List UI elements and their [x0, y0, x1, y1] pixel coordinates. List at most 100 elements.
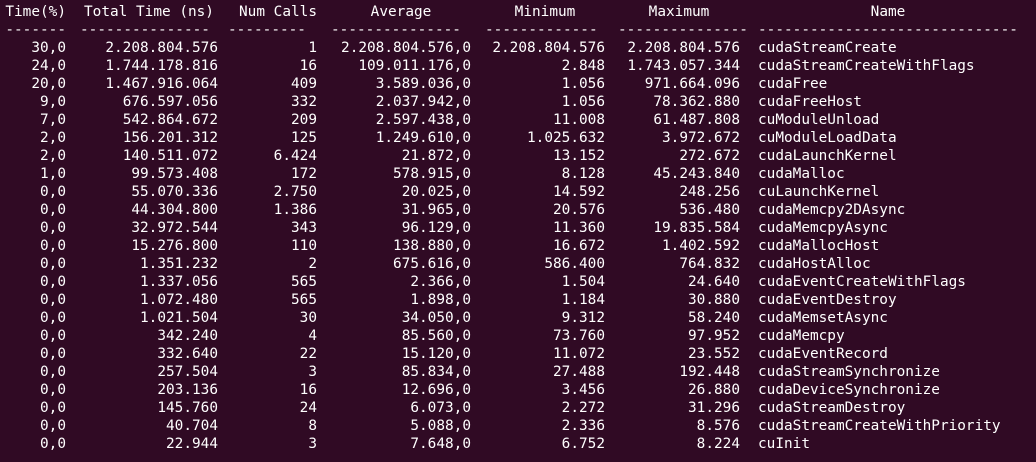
cell-name: cudaEventDestroy	[758, 292, 897, 308]
cell-time-percent: 2,0	[40, 130, 66, 146]
cell-total-time: 44.304.800	[131, 202, 218, 218]
separator: -------	[5, 22, 66, 38]
cell-name: cudaFreeHost	[758, 94, 862, 110]
cell-minimum: 2.208.804.576	[492, 40, 605, 56]
table-row: 0,0 1.021.504 30 34.050,0 9.312 58.240 cudaMem…	[0, 309, 1036, 327]
cell-minimum: 14.592	[553, 184, 605, 200]
cell-name: cudaMemcpyAsync	[758, 220, 888, 236]
cell-average: 15.120,0	[401, 346, 471, 362]
cell-num-calls: 22	[299, 346, 317, 362]
table-row: 0,0 257.504 3 85.834,0 27.488 192.448 cudaStre…	[0, 363, 1036, 381]
header-minimum: Minimum	[514, 4, 576, 20]
cell-total-time: 99.573.408	[131, 166, 218, 182]
cell-average: 578.915,0	[393, 166, 471, 182]
cell-maximum: 31.296	[688, 400, 740, 416]
cell-maximum: 8.576	[696, 418, 740, 434]
cell-average: 96.129,0	[401, 220, 471, 236]
cell-minimum: 1.184	[561, 292, 605, 308]
cell-name: cudaDeviceSynchronize	[758, 382, 940, 398]
cell-minimum: 73.760	[553, 328, 605, 344]
cell-num-calls: 4	[308, 328, 317, 344]
cell-maximum: 764.832	[679, 256, 740, 272]
cell-maximum: 272.672	[679, 148, 740, 164]
cell-time-percent: 0,0	[40, 400, 66, 416]
cell-num-calls: 2	[308, 256, 317, 272]
cell-average: 85.560,0	[401, 328, 471, 344]
cell-total-time: 22.944	[166, 436, 218, 452]
cell-total-time: 1.744.178.816	[105, 58, 218, 74]
separator: -------------	[485, 22, 598, 38]
cell-maximum: 23.552	[688, 346, 740, 362]
cell-average: 12.696,0	[401, 382, 471, 398]
cell-minimum: 3.456	[561, 382, 605, 398]
cell-maximum: 536.480	[679, 202, 740, 218]
cell-maximum: 26.880	[688, 382, 740, 398]
cell-minimum: 2.336	[561, 418, 605, 434]
table-row: 2,0 156.201.312 125 1.249.610,0 1.025.632 3.9…	[0, 129, 1036, 147]
cell-name: cudaLaunchKernel	[758, 148, 897, 164]
cell-minimum: 9.312	[561, 310, 605, 326]
cell-time-percent: 0,0	[40, 256, 66, 272]
table-row: 7,0 542.864.672 209 2.597.438,0 11.008 61.487…	[0, 111, 1036, 129]
table-row: 0,0 22.944 3 7.648,0 6.752 8.224 cuInit	[0, 435, 1036, 453]
cell-minimum: 1.504	[561, 274, 605, 290]
cell-time-percent: 9,0	[40, 94, 66, 110]
cell-average: 7.648,0	[410, 436, 471, 452]
cell-average: 3.589.036,0	[375, 76, 471, 92]
table-row: 0,0 1.337.056 565 2.366,0 1.504 24.640 cudaEve…	[0, 273, 1036, 291]
cell-num-calls: 6.424	[273, 148, 317, 164]
header-time-percent: Time(%)	[5, 4, 66, 20]
cell-maximum: 2.208.804.576	[627, 40, 740, 56]
cell-average: 2.208.804.576,0	[341, 40, 471, 56]
cell-time-percent: 7,0	[40, 112, 66, 128]
table-row: 0,0 145.760 24 6.073,0 2.272 31.296 cudaStream…	[0, 399, 1036, 417]
table-row: 0,0 55.070.336 2.750 20.025,0 14.592 248.256 c…	[0, 183, 1036, 201]
cell-time-percent: 0,0	[40, 382, 66, 398]
table-row: 30,0 2.208.804.576 1 2.208.804.576,0 2.208.8…	[0, 39, 1036, 57]
cell-maximum: 192.448	[679, 364, 740, 380]
cell-maximum: 1.402.592	[662, 238, 740, 254]
cell-name: cudaStreamCreateWithFlags	[758, 58, 975, 74]
cell-maximum: 58.240	[688, 310, 740, 326]
header-average: Average	[370, 4, 432, 20]
cell-num-calls: 30	[299, 310, 317, 326]
cell-minimum: 11.072	[553, 346, 605, 362]
cell-time-percent: 0,0	[40, 292, 66, 308]
cell-name: cudaMemcpy2DAsync	[758, 202, 906, 218]
table-row: 20,0 1.467.916.064 409 3.589.036,0 1.056 971.…	[0, 75, 1036, 93]
cell-num-calls: 16	[299, 382, 317, 398]
table-row: 2,0 140.511.072 6.424 21.872,0 13.152 272.672…	[0, 147, 1036, 165]
table-header-row: Time(%) Total Time (ns) Num Calls Averag…	[0, 3, 1036, 21]
cell-average: 6.073,0	[410, 400, 471, 416]
cell-average: 1.898,0	[410, 292, 471, 308]
cell-maximum: 971.664.096	[644, 76, 740, 92]
cell-num-calls: 2.750	[273, 184, 317, 200]
cell-num-calls: 125	[291, 130, 317, 146]
table-row: 0,0 1.351.232 2 675.616,0 586.400 764.832 cuda…	[0, 255, 1036, 273]
table-row: 0,0 44.304.800 1.386 31.965,0 20.576 536.480 c…	[0, 201, 1036, 219]
separator: ---------------	[80, 22, 210, 38]
cell-num-calls: 8	[308, 418, 317, 434]
terminal-window[interactable]: Time(%) Total Time (ns) Num Calls Averag…	[0, 0, 1036, 462]
cell-time-percent: 0,0	[40, 184, 66, 200]
cell-average: 21.872,0	[401, 148, 471, 164]
cell-total-time: 203.136	[157, 382, 218, 398]
cell-num-calls: 565	[291, 292, 317, 308]
cell-minimum: 20.576	[553, 202, 605, 218]
header-total-time: Total Time (ns)	[84, 4, 214, 20]
cell-total-time: 676.597.056	[122, 94, 218, 110]
cell-time-percent: 0,0	[40, 274, 66, 290]
cell-time-percent: 0,0	[40, 310, 66, 326]
cell-average: 109.011.176,0	[358, 58, 471, 74]
cell-maximum: 97.952	[688, 328, 740, 344]
cell-average: 5.088,0	[410, 418, 471, 434]
cell-average: 2.037.942,0	[375, 94, 471, 110]
table-row: 0,0 342.240 4 85.560,0 73.760 97.952 cudaMemcp…	[0, 327, 1036, 345]
cell-time-percent: 24,0	[31, 58, 66, 74]
cell-name: cudaEventRecord	[758, 346, 888, 362]
table-row: 24,0 1.744.178.816 16 109.011.176,0 2.848 1.7…	[0, 57, 1036, 75]
cell-num-calls: 343	[291, 220, 317, 236]
cell-total-time: 1.467.916.064	[105, 76, 218, 92]
cell-time-percent: 0,0	[40, 436, 66, 452]
cell-name: cudaStreamCreate	[758, 40, 897, 56]
